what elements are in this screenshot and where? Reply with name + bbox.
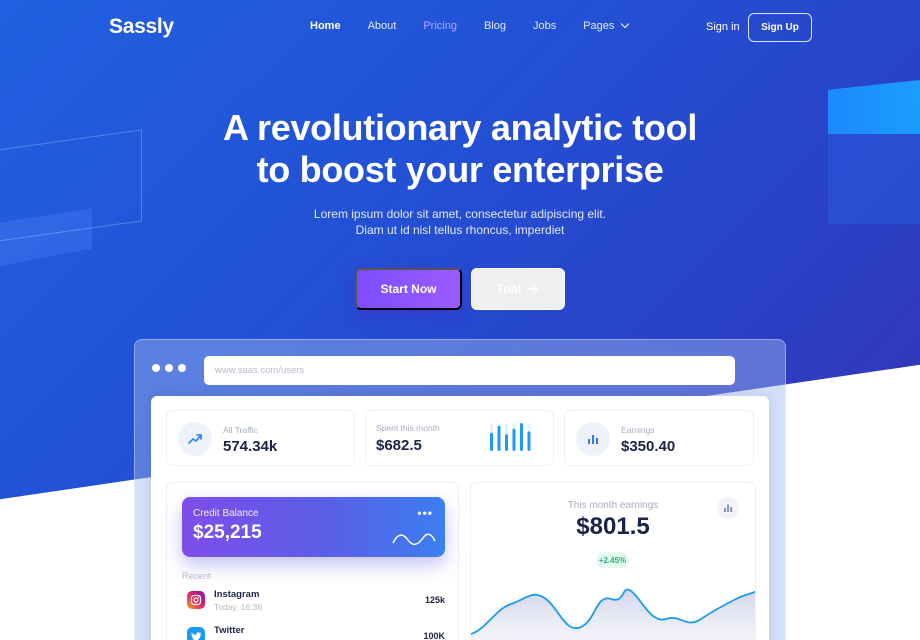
credit-balance-label: Credit Balance	[193, 508, 259, 519]
stat-value: $682.5	[376, 437, 422, 454]
stat-card-traffic: All Traffic 574.34k	[166, 410, 355, 466]
list-item-value: 125k	[424, 595, 445, 605]
mini-bar	[512, 428, 516, 451]
hero-title-line: A revolutionary analytic tool	[222, 107, 698, 148]
hero-subtitle: Lorem ipsum dolor sit amet, consectetur …	[0, 206, 920, 238]
top-navigation: Sassly Home About Pricing Blog Jobs Page…	[0, 0, 920, 56]
change-badge: +2.45%	[596, 552, 629, 568]
list-item-name: Twitter	[214, 625, 245, 636]
twitter-icon	[187, 627, 205, 640]
trending-up-icon	[178, 422, 212, 456]
mini-bar	[505, 434, 508, 451]
list-item[interactable]: Twitter 100K	[182, 623, 445, 640]
stat-value: $350.40	[621, 438, 676, 455]
chart-area	[471, 589, 755, 640]
nav-link-about[interactable]: About	[368, 20, 397, 32]
logo[interactable]: Sassly	[109, 15, 174, 39]
list-item-time: Today, 16:36	[214, 602, 263, 612]
stat-label: Earnings	[621, 425, 655, 435]
balance-panel: Credit Balance $25,215 ••• Recent Instag…	[166, 482, 459, 640]
earnings-label: This month earnings	[567, 500, 659, 511]
window-dot	[152, 364, 160, 372]
earnings-value: $801.5	[576, 513, 650, 540]
signup-button[interactable]: Sign Up	[748, 13, 812, 42]
nav-links: Home About Pricing Blog Jobs Pages	[310, 19, 655, 32]
arrow-right-icon	[527, 284, 539, 294]
hero-subtitle-line: Diam ut id nisl tellus rhoncus, imperdie…	[355, 223, 565, 237]
credit-balance-value: $25,215	[193, 522, 262, 543]
trial-button-label: Trial	[496, 282, 522, 296]
bar-chart-icon[interactable]	[717, 497, 739, 519]
stat-value: 574.34k	[223, 438, 278, 455]
mini-bar-chart	[490, 423, 531, 451]
earnings-line-chart	[471, 588, 755, 640]
stat-label: Spent this month	[376, 423, 440, 433]
window-dot	[165, 364, 173, 372]
list-item-name: Instagram	[214, 589, 260, 600]
bar-chart-icon	[576, 422, 610, 456]
wave-icon	[392, 533, 436, 546]
trial-button[interactable]: Trial	[471, 268, 565, 310]
hero-title-line: to boost your enterprise	[256, 149, 664, 190]
recent-label: Recent	[182, 571, 211, 581]
list-item[interactable]: Instagram Today, 16:36 125k	[182, 587, 445, 615]
nav-link-pricing[interactable]: Pricing	[423, 20, 457, 32]
window-controls	[152, 364, 191, 372]
list-item-value: 100K	[423, 631, 445, 640]
stat-card-spent: Spent this month $682.5	[365, 410, 554, 466]
nav-link-home[interactable]: Home	[310, 20, 341, 32]
earnings-panel: This month earnings $801.5 +2.45%	[470, 482, 756, 640]
hero-subtitle-line: Lorem ipsum dolor sit amet, consectetur …	[313, 207, 607, 221]
stat-card-earnings: Earnings $350.40	[564, 410, 754, 466]
url-bar[interactable]: www.saas.com/users	[204, 356, 735, 385]
nav-link-jobs[interactable]: Jobs	[533, 20, 556, 32]
more-horizontal-icon[interactable]: •••	[417, 506, 433, 520]
mini-bar	[497, 425, 501, 451]
nav-pages-label: Pages	[583, 20, 615, 32]
stat-label: All Traffic	[223, 425, 258, 435]
chevron-down-icon	[621, 19, 630, 29]
instagram-icon	[187, 591, 205, 609]
nav-link-blog[interactable]: Blog	[484, 20, 506, 32]
nav-pages-dropdown[interactable]: Pages	[583, 19, 630, 32]
hero-title: A revolutionary analytic tool to boost y…	[0, 107, 920, 191]
start-now-button[interactable]: Start Now	[355, 268, 462, 310]
credit-balance-card[interactable]: Credit Balance $25,215 •••	[182, 497, 445, 557]
window-dot	[178, 364, 186, 372]
mini-bar	[490, 432, 493, 451]
dashboard: All Traffic 574.34k Spent this month $68…	[151, 396, 769, 640]
mini-bar	[527, 431, 531, 451]
signin-link[interactable]: Sign in	[706, 21, 740, 33]
mini-bar	[520, 423, 523, 451]
